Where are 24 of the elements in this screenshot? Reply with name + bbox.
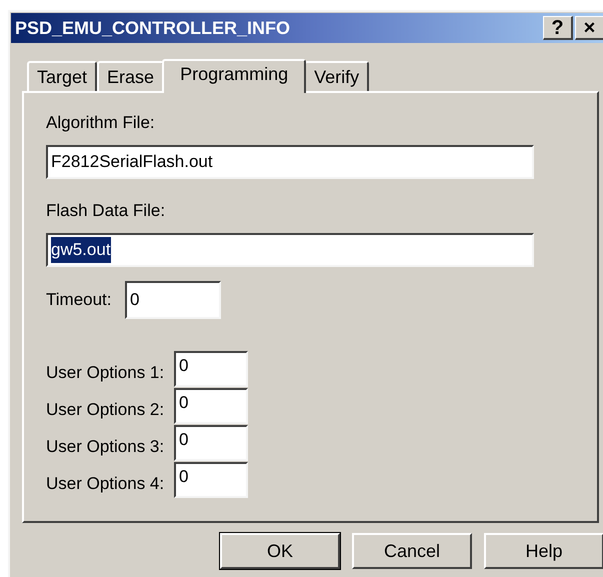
input-field[interactable]: 0 xyxy=(174,425,248,461)
field-label: User Options 4: xyxy=(46,473,166,496)
close-button[interactable]: × xyxy=(575,16,603,40)
input-field[interactable]: 0 xyxy=(174,388,248,424)
input-field[interactable]: gw5.out xyxy=(46,233,534,267)
tab[interactable]: Erase xyxy=(97,61,164,91)
input-field[interactable]: 0 xyxy=(174,351,248,387)
window-title: PSD_EMU_CONTROLLER_INFO xyxy=(15,19,290,37)
field-label: Timeout: xyxy=(46,289,113,312)
input-field[interactable]: F2812SerialFlash.out xyxy=(46,145,534,179)
field-label: Algorithm File: xyxy=(46,112,156,134)
dialog-button[interactable]: Cancel xyxy=(352,533,472,569)
field-label: User Options 2: xyxy=(46,399,166,422)
tab[interactable]: Verify xyxy=(304,61,370,91)
dialog-button[interactable]: OK xyxy=(220,533,340,569)
dialog-button[interactable]: Help xyxy=(484,533,603,569)
input-field[interactable]: 0 xyxy=(125,281,221,319)
field-label: Flash Data File: xyxy=(46,200,166,222)
input-field[interactable]: 0 xyxy=(174,462,248,498)
tab[interactable]: Programming xyxy=(162,59,306,93)
field-label: User Options 3: xyxy=(46,436,166,458)
tab[interactable]: Target xyxy=(27,61,98,91)
help-button[interactable]: ? xyxy=(543,16,573,40)
field-label: User Options 1: xyxy=(46,362,166,384)
